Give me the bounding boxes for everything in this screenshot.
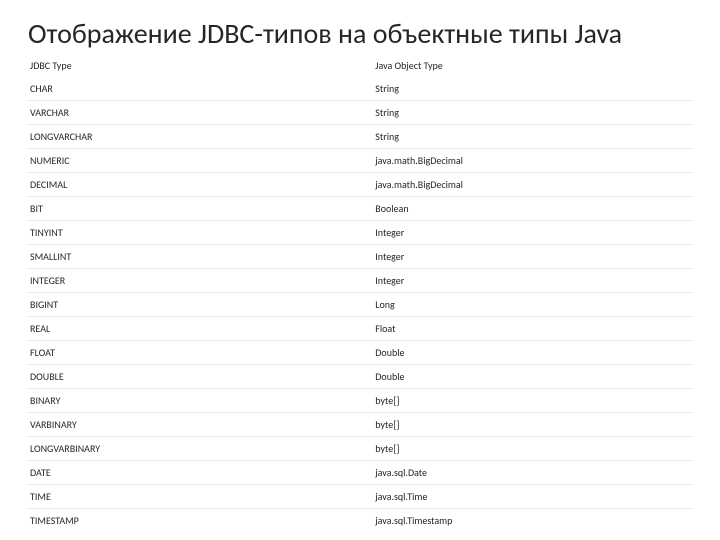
cell-jdbc-type: TINYINT [28,221,373,244]
table-row: TIMESTAMPjava.sql.Timestamp [28,508,692,532]
cell-java-object-type: java.sql.Date [373,461,692,484]
cell-java-object-type: String [373,77,692,100]
cell-java-object-type: Double [373,365,692,388]
cell-java-object-type: Long [373,293,692,316]
cell-java-object-type: Boolean [373,197,692,220]
table-row: LONGVARCHARString [28,124,692,148]
table-row: BITBoolean [28,196,692,220]
cell-java-object-type: String [373,101,692,124]
cell-java-object-type: java.sql.Timestamp [373,509,692,532]
header-jdbc-type: JDBC Type [28,54,373,77]
cell-jdbc-type: BIGINT [28,293,373,316]
table-row: LONGVARBINARYbyte[] [28,436,692,460]
table-header-row: JDBC Type Java Object Type [28,54,692,77]
cell-jdbc-type: BINARY [28,389,373,412]
cell-jdbc-type: FLOAT [28,341,373,364]
cell-jdbc-type: TIMESTAMP [28,509,373,532]
cell-java-object-type: Integer [373,221,692,244]
table-row: REALFloat [28,316,692,340]
table-row: TIMEjava.sql.Time [28,484,692,508]
cell-java-object-type: java.math.BigDecimal [373,173,692,196]
table-row: TINYINTInteger [28,220,692,244]
table-row: DECIMALjava.math.BigDecimal [28,172,692,196]
cell-java-object-type: byte[] [373,413,692,436]
cell-java-object-type: Double [373,341,692,364]
header-java-object-type: Java Object Type [373,54,692,77]
cell-jdbc-type: DOUBLE [28,365,373,388]
cell-jdbc-type: LONGVARCHAR [28,125,373,148]
table-row: SMALLINTInteger [28,244,692,268]
cell-jdbc-type: INTEGER [28,269,373,292]
table-row: BINARYbyte[] [28,388,692,412]
cell-jdbc-type: VARBINARY [28,413,373,436]
table-row: INTEGERInteger [28,268,692,292]
cell-java-object-type: java.math.BigDecimal [373,149,692,172]
table-row: VARCHARString [28,100,692,124]
cell-jdbc-type: VARCHAR [28,101,373,124]
cell-java-object-type: Integer [373,245,692,268]
slide-title: Отображение JDBC-типов на объектные типы… [28,18,692,50]
table-row: DOUBLEDouble [28,364,692,388]
type-mapping-table: JDBC Type Java Object Type CHARStringVAR… [28,54,692,532]
table-row: BIGINTLong [28,292,692,316]
cell-jdbc-type: REAL [28,317,373,340]
cell-jdbc-type: LONGVARBINARY [28,437,373,460]
table-row: DATEjava.sql.Date [28,460,692,484]
cell-java-object-type: Integer [373,269,692,292]
cell-java-object-type: Float [373,317,692,340]
cell-jdbc-type: TIME [28,485,373,508]
cell-java-object-type: byte[] [373,389,692,412]
cell-jdbc-type: CHAR [28,77,373,100]
table-row: VARBINARYbyte[] [28,412,692,436]
cell-jdbc-type: NUMERIC [28,149,373,172]
cell-jdbc-type: SMALLINT [28,245,373,268]
cell-java-object-type: String [373,125,692,148]
cell-jdbc-type: BIT [28,197,373,220]
cell-java-object-type: byte[] [373,437,692,460]
table-row: NUMERICjava.math.BigDecimal [28,148,692,172]
table-row: CHARString [28,77,692,100]
cell-java-object-type: java.sql.Time [373,485,692,508]
table-row: FLOATDouble [28,340,692,364]
cell-jdbc-type: DECIMAL [28,173,373,196]
cell-jdbc-type: DATE [28,461,373,484]
